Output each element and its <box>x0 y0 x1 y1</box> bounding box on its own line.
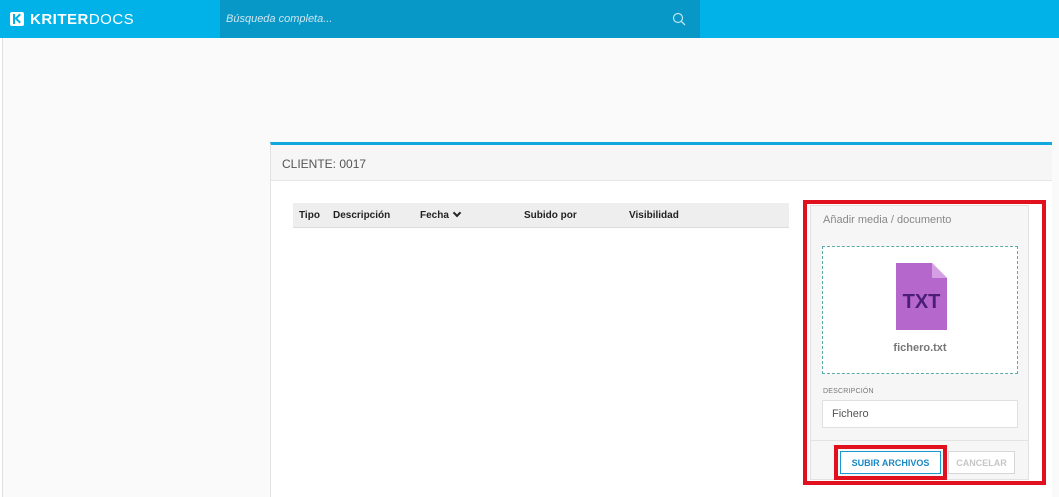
panel-header: CLIENTE: 0017 <box>271 145 1052 181</box>
column-visibilidad[interactable]: Visibilidad <box>629 210 679 221</box>
column-fecha-label: Fecha <box>420 210 449 221</box>
file-dropzone[interactable]: TXT fichero.txt <box>822 246 1018 374</box>
chevron-down-icon <box>452 208 462 218</box>
txt-file-icon: TXT <box>896 263 947 330</box>
column-fecha[interactable]: Fecha <box>420 208 462 221</box>
file-name: fichero.txt <box>893 342 947 354</box>
documents-table-header: Tipo Descripción Fecha Subido por Visibi… <box>293 203 789 228</box>
sidebar-border <box>2 38 3 497</box>
description-input[interactable] <box>822 400 1018 428</box>
logo-icon <box>10 12 24 26</box>
column-descripcion[interactable]: Descripción <box>333 210 390 221</box>
app-logo[interactable]: KRITERDOCS <box>10 10 134 28</box>
upload-divider <box>811 440 1028 441</box>
cancel-button[interactable]: CANCELAR <box>948 451 1015 474</box>
search-bar <box>220 0 700 38</box>
search-input[interactable] <box>226 11 646 27</box>
top-bar: KRITERDOCS <box>0 0 1059 38</box>
description-label: DESCRIPCIÓN <box>823 388 874 395</box>
file-type-label: TXT <box>903 291 941 313</box>
search-icon[interactable] <box>672 12 686 26</box>
upload-panel: Añadir media / documento TXT fichero.txt… <box>810 205 1029 480</box>
panel-title: CLIENTE: 0017 <box>282 157 367 171</box>
column-tipo[interactable]: Tipo <box>299 210 320 221</box>
upload-files-button[interactable]: SUBIR ARCHIVOS <box>840 451 941 474</box>
column-subido-por[interactable]: Subido por <box>524 210 577 221</box>
logo-text: KRITERDOCS <box>30 10 135 28</box>
upload-panel-title: Añadir media / documento <box>823 214 952 226</box>
